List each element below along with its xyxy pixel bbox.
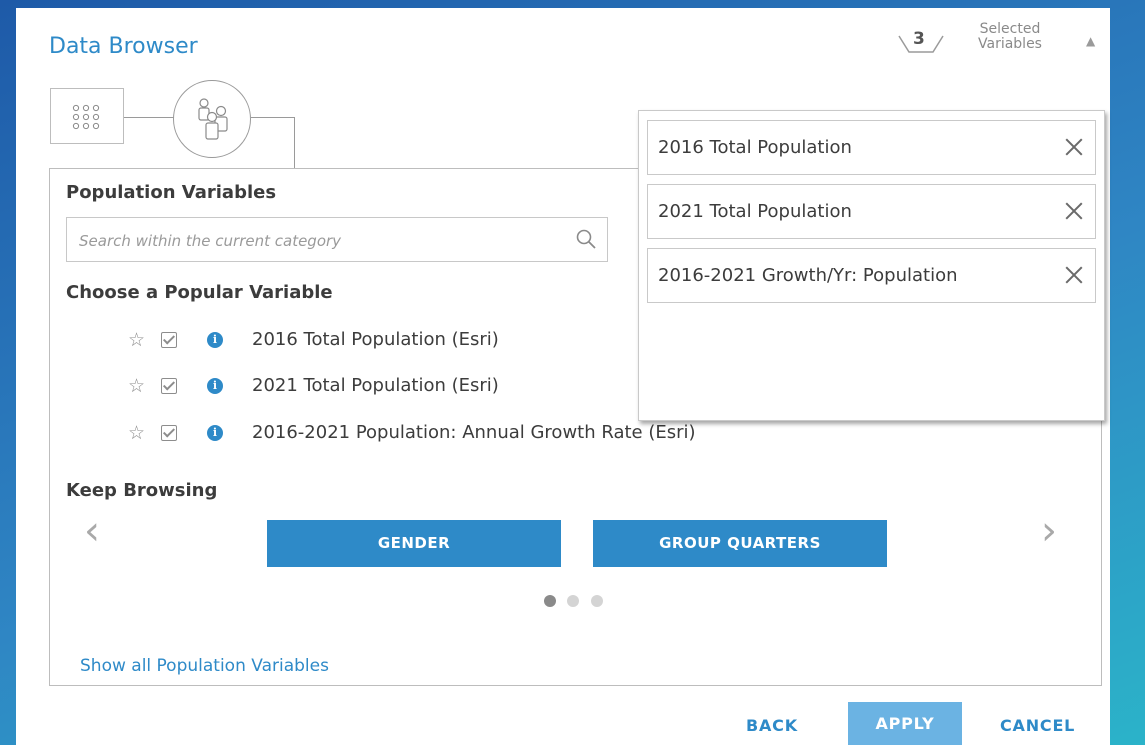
star-icon[interactable]: ☆	[128, 374, 145, 398]
selected-variable-item: 2016 Total Population	[647, 120, 1096, 175]
variable-label[interactable]: 2016 Total Population (Esri)	[252, 329, 499, 350]
category-button-gender[interactable]: GENDER	[267, 520, 561, 567]
pager-dot[interactable]	[544, 595, 556, 607]
people-group-icon	[198, 98, 228, 140]
selected-variables-label[interactable]: Selected Variables	[974, 22, 1046, 52]
step-connector	[251, 117, 295, 118]
back-button[interactable]: BACK	[746, 716, 798, 735]
category-title: Population Variables	[66, 182, 277, 203]
category-button-group-quarters[interactable]: GROUP QUARTERS	[593, 520, 887, 567]
close-icon[interactable]	[1063, 200, 1085, 222]
selected-count-badge[interactable]: 3	[896, 28, 946, 58]
selected-variable-label: 2016-2021 Growth/Yr: Population	[658, 265, 958, 286]
variable-checkbox[interactable]	[161, 425, 177, 441]
variable-label[interactable]: 2016-2021 Population: Annual Growth Rate…	[252, 422, 696, 443]
star-icon[interactable]: ☆	[128, 328, 145, 352]
selected-variable-label: 2016 Total Population	[658, 137, 852, 158]
variable-checkbox[interactable]	[161, 332, 177, 348]
variable-label[interactable]: 2021 Total Population (Esri)	[252, 375, 499, 396]
step-connector	[124, 117, 174, 118]
apply-button[interactable]: APPLY	[848, 702, 962, 745]
grid-dots-icon	[72, 104, 100, 130]
step-population-button[interactable]	[173, 80, 251, 158]
keep-browsing-heading: Keep Browsing	[66, 480, 218, 501]
close-icon[interactable]	[1063, 264, 1085, 286]
variable-checkbox[interactable]	[161, 378, 177, 394]
step-connector	[294, 117, 295, 168]
selected-variable-label: 2021 Total Population	[658, 201, 852, 222]
info-icon[interactable]: i	[207, 425, 223, 441]
close-icon[interactable]	[1063, 136, 1085, 158]
selected-count: 3	[913, 29, 925, 49]
search-icon[interactable]	[575, 228, 597, 254]
search-input[interactable]	[77, 228, 561, 254]
pager-dot[interactable]	[591, 595, 603, 607]
chevron-right-icon[interactable]: ›	[1041, 508, 1057, 554]
popular-heading: Choose a Popular Variable	[66, 282, 333, 303]
star-icon[interactable]: ☆	[128, 421, 145, 445]
show-all-link[interactable]: Show all Population Variables	[80, 656, 329, 676]
step-categories-button[interactable]	[50, 88, 124, 144]
list-item: ☆ i 2016-2021 Population: Annual Growth …	[128, 421, 828, 447]
info-icon[interactable]: i	[207, 332, 223, 348]
selected-variables-dropdown: 2016 Total Population 2021 Total Populat…	[638, 110, 1105, 421]
caret-up-icon[interactable]: ▲	[1086, 34, 1095, 48]
cancel-button[interactable]: CANCEL	[1000, 716, 1075, 735]
category-search[interactable]	[66, 217, 608, 262]
dialog-title: Data Browser	[49, 34, 198, 59]
selected-variable-item: 2021 Total Population	[647, 184, 1096, 239]
info-icon[interactable]: i	[207, 378, 223, 394]
chevron-left-icon[interactable]: ‹	[84, 508, 100, 554]
pager-dot[interactable]	[567, 595, 579, 607]
selected-variable-item: 2016-2021 Growth/Yr: Population	[647, 248, 1096, 303]
